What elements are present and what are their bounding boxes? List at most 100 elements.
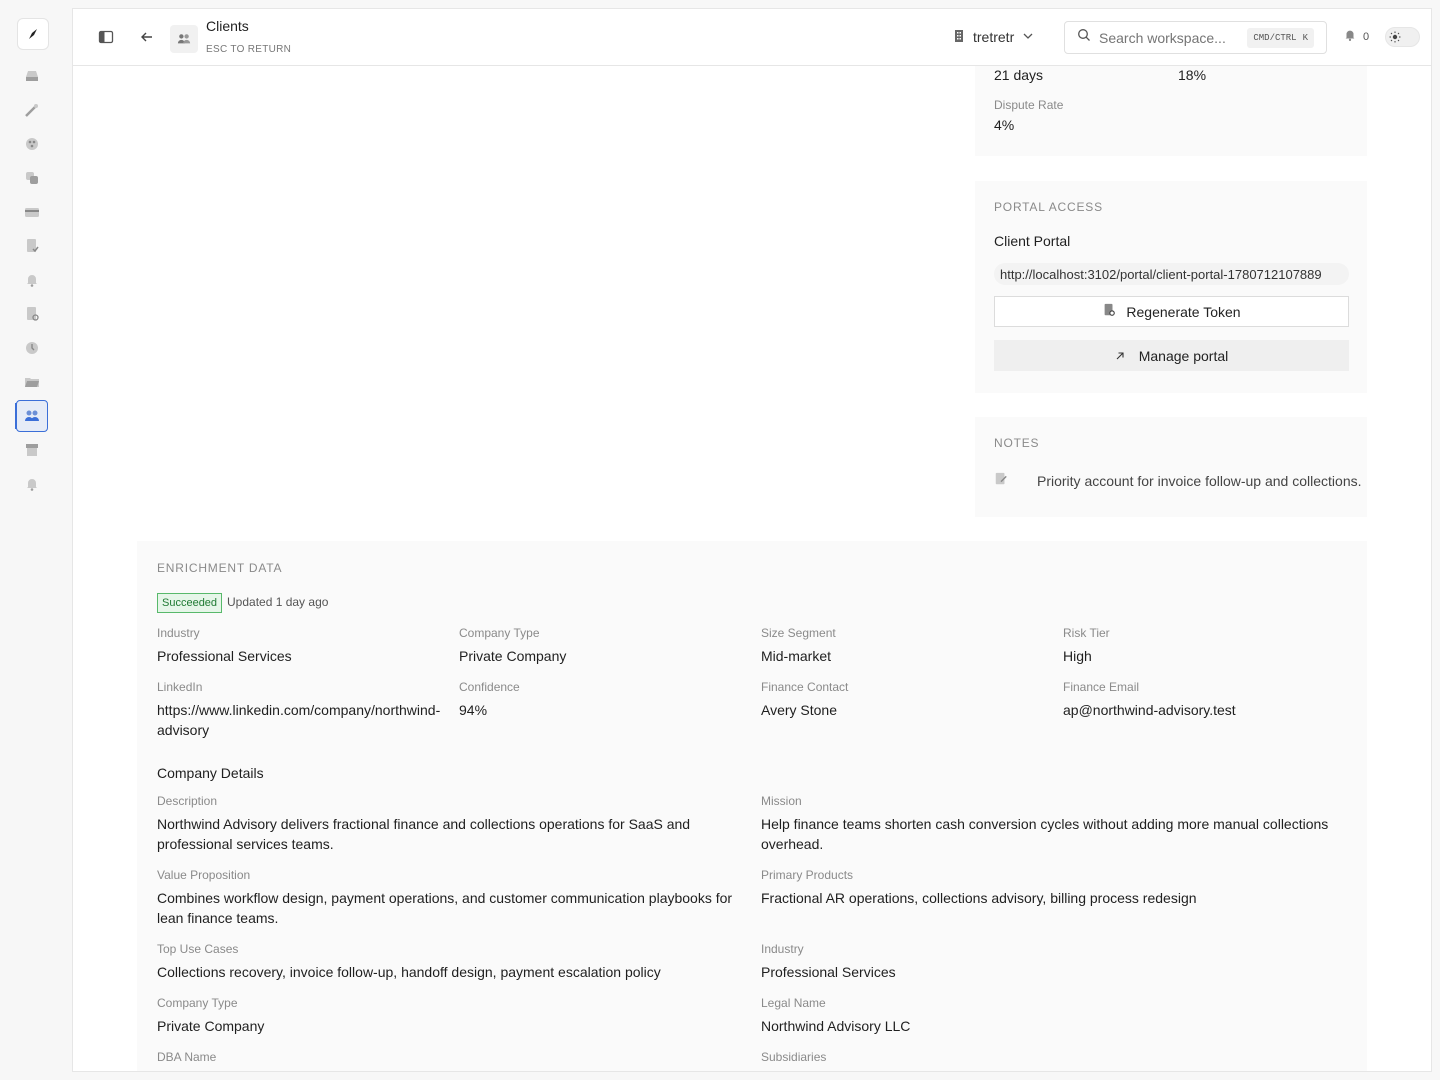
field-finance-email: Finance Email ap@northwind-advisory.test: [1063, 680, 1363, 720]
detail-subsidiaries: Subsidiaries: [761, 1050, 1351, 1070]
note-text: Priority account for invoice follow-up a…: [1037, 473, 1362, 489]
field-label: LinkedIn: [157, 680, 203, 694]
field-value: 94%: [459, 702, 488, 718]
field-value: Private Company: [459, 648, 567, 664]
note-icon: [994, 472, 1008, 491]
manage-portal-label: Manage portal: [1138, 347, 1229, 364]
copy-icon[interactable]: [18, 164, 46, 192]
linkedin-link[interactable]: https://www.linkedin.com/company/northwi…: [157, 700, 459, 740]
bell-icon[interactable]: [18, 470, 46, 498]
manage-portal-button[interactable]: Manage portal: [994, 340, 1349, 371]
page-title: Clients: [206, 18, 249, 34]
folder-icon[interactable]: [18, 368, 46, 396]
field-label: Size Segment: [761, 626, 836, 640]
sun-icon: [1388, 30, 1402, 44]
field-label: Company Type: [459, 626, 540, 640]
notes-card: [975, 417, 1367, 517]
detail-primary-products: Primary Products Fractional AR operation…: [761, 868, 1351, 908]
detail-value: Collections recovery, invoice follow-up,…: [157, 964, 661, 980]
search-icon: [1077, 28, 1091, 47]
finance-email-link[interactable]: ap@northwind-advisory.test: [1063, 700, 1363, 720]
detail-value: Fractional AR operations, collections ad…: [761, 890, 1197, 906]
wand-icon[interactable]: [18, 96, 46, 124]
field-finance-contact: Finance Contact Avery Stone: [761, 680, 1061, 720]
document-refresh-icon[interactable]: [18, 300, 46, 328]
document-check-icon[interactable]: [18, 232, 46, 260]
clients-page-icon: [170, 25, 198, 53]
enrichment-section-title: ENRICHMENT DATA: [157, 561, 283, 575]
archive-icon[interactable]: [18, 436, 46, 464]
detail-value: Private Company: [157, 1018, 265, 1034]
document-refresh-icon: [1102, 303, 1116, 320]
card-icon[interactable]: [18, 198, 46, 226]
dispute-rate-label: Dispute Rate: [994, 98, 1064, 112]
regenerate-token-label: Regenerate Token: [1126, 303, 1241, 320]
shortcut-mod: CMD/CTRL: [1253, 33, 1297, 43]
notes-section-title: NOTES: [994, 436, 1040, 450]
shortcut-key: K: [1302, 33, 1308, 43]
field-value: High: [1063, 648, 1092, 664]
detail-label: Top Use Cases: [157, 942, 239, 956]
bell-icon[interactable]: [18, 266, 46, 294]
detail-mission: Mission Help finance teams shorten cash …: [761, 794, 1351, 854]
left-rail: [0, 0, 64, 1080]
company-details-title: Company Details: [157, 765, 264, 781]
detail-label: Industry: [761, 942, 804, 956]
metric-top-right-value: 18%: [1178, 67, 1207, 83]
portal-name: Client Portal: [994, 233, 1071, 249]
field-label: Risk Tier: [1063, 626, 1110, 640]
field-label: Finance Email: [1063, 680, 1140, 694]
dispute-rate-value: 4%: [994, 117, 1015, 133]
field-value: Professional Services: [157, 648, 292, 664]
detail-label: Value Proposition: [157, 868, 251, 882]
bell-icon: [1343, 28, 1357, 45]
detail-value: Northwind Advisory delivers fractional f…: [157, 816, 691, 852]
notification-count: 0: [1363, 30, 1370, 43]
detail-label: Primary Products: [761, 868, 854, 882]
search-box[interactable]: CMD/CTRL K: [1064, 21, 1327, 54]
clock-icon[interactable]: [18, 334, 46, 362]
detail-label: Legal Name: [761, 996, 826, 1010]
detail-value: Help finance teams shorten cash conversi…: [761, 816, 1329, 852]
building-icon: [953, 29, 965, 46]
top-bar: Clients ESC TO RETURN tretretr CMD/CTRL …: [73, 9, 1431, 66]
detail-value: Combines workflow design, payment operat…: [157, 890, 733, 926]
workspace-name: tretretr: [973, 29, 1015, 45]
portal-section-title: PORTAL ACCESS: [994, 200, 1103, 214]
detail-company-type: Company Type Private Company: [157, 996, 747, 1036]
field-label: Finance Contact: [761, 680, 849, 694]
detail-industry: Industry Professional Services: [761, 942, 1351, 982]
palette-icon[interactable]: [18, 130, 46, 158]
detail-legal-name: Legal Name Northwind Advisory LLC: [761, 996, 1351, 1036]
users-icon[interactable]: [15, 400, 48, 432]
metric-top-left-value: 21 days: [994, 67, 1044, 83]
shortcut-hint: CMD/CTRL K: [1247, 28, 1314, 48]
detail-value-proposition: Value Proposition Combines workflow desi…: [157, 868, 747, 928]
detail-label: Company Type: [157, 996, 238, 1010]
page-subtitle: ESC TO RETURN: [206, 44, 292, 55]
detail-dba-name: DBA Name: [157, 1050, 747, 1070]
detail-label: DBA Name: [157, 1050, 217, 1064]
workspace-switcher[interactable]: tretretr: [953, 27, 1034, 47]
detail-value: Professional Services: [761, 964, 896, 980]
external-arrow-icon: [1115, 348, 1125, 364]
field-value: Avery Stone: [761, 702, 838, 718]
field-size-segment: Size Segment Mid-market: [761, 626, 1061, 666]
back-arrow-icon[interactable]: [135, 25, 159, 49]
detail-top-use-cases: Top Use Cases Collections recovery, invo…: [157, 942, 747, 982]
detail-value: Northwind Advisory LLC: [761, 1018, 911, 1034]
theme-toggle[interactable]: [1385, 27, 1420, 47]
regenerate-token-button[interactable]: Regenerate Token: [994, 296, 1349, 327]
logo-icon[interactable]: [17, 18, 49, 50]
notifications-button[interactable]: 0: [1343, 28, 1369, 45]
field-label: Industry: [157, 626, 200, 640]
detail-label: Mission: [761, 794, 802, 808]
detail-description: Description Northwind Advisory delivers …: [157, 794, 747, 854]
sidebar-toggle-icon[interactable]: [94, 25, 118, 49]
field-industry: Industry Professional Services: [157, 626, 457, 666]
chevron-down-icon: [1022, 29, 1034, 45]
portal-url[interactable]: http://localhost:3102/portal/client-port…: [994, 263, 1349, 285]
search-input[interactable]: [1099, 29, 1249, 46]
detail-label: Description: [157, 794, 218, 808]
inbox-icon[interactable]: [18, 62, 46, 90]
